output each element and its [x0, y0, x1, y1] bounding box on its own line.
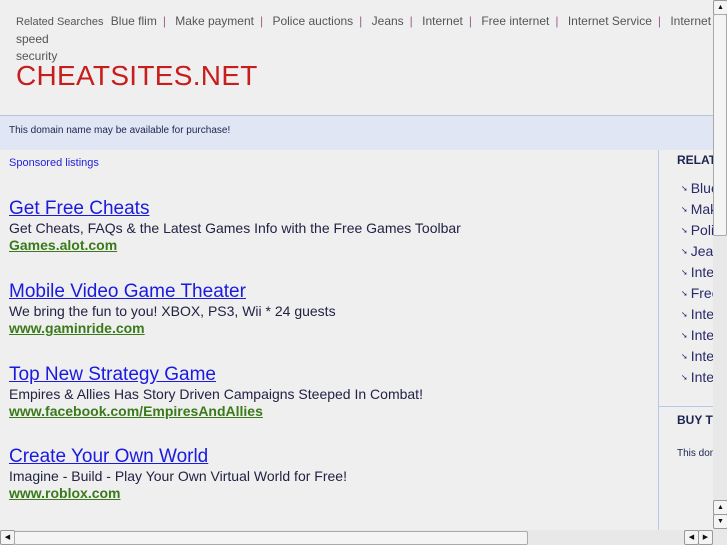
sidebar-link[interactable]: ➘Free internet: [681, 285, 713, 301]
ad-listing: Top New Strategy Game Empires & Allies H…: [9, 364, 423, 420]
related-link[interactable]: Make payment: [175, 14, 254, 28]
arrow-icon: ➘: [681, 226, 688, 235]
sidebar-divider: [659, 406, 713, 407]
sidebar-link[interactable]: ➘Jeans: [681, 243, 713, 259]
arrow-icon: ➘: [681, 205, 688, 214]
ad-description: Get Cheats, FAQs & the Latest Games Info…: [9, 220, 461, 236]
arrow-icon: ➘: [681, 352, 688, 361]
arrow-icon: ➘: [681, 268, 688, 277]
page-viewport: Related Searches Blue flim | Make payment…: [0, 0, 713, 530]
sidebar-buy-text: This domain: [677, 448, 713, 459]
ad-url[interactable]: www.facebook.com/EmpiresAndAllies: [9, 403, 423, 420]
related-searches-bar: Related Searches Blue flim | Make payment…: [16, 14, 712, 63]
related-link[interactable]: Blue flim: [111, 14, 157, 28]
related-link[interactable]: Internet Service: [568, 14, 652, 28]
related-link[interactable]: Free internet: [481, 14, 549, 28]
arrow-icon: ➘: [681, 247, 688, 256]
vertical-scroll-thumb[interactable]: [713, 14, 727, 236]
sidebar-link[interactable]: ➘Make payment: [681, 201, 713, 217]
sidebar-link[interactable]: ➘Internet: [681, 264, 713, 280]
scroll-left-icon[interactable]: ◀: [684, 530, 699, 545]
ad-listing: Get Free Cheats Get Cheats, FAQs & the L…: [9, 198, 461, 254]
scroll-up-icon[interactable]: ▲: [713, 0, 727, 15]
scroll-right-icon[interactable]: ▶: [698, 530, 713, 545]
domain-notice-bar: This domain name may be available for pu…: [0, 115, 713, 150]
arrow-icon: ➘: [681, 331, 688, 340]
ad-title[interactable]: Get Free Cheats: [9, 198, 461, 220]
arrow-icon: ➘: [681, 184, 688, 193]
vertical-scrollbar[interactable]: ▲ ▲ ▼: [713, 0, 727, 530]
related-link[interactable]: Internet: [422, 14, 463, 28]
arrow-icon: ➘: [681, 310, 688, 319]
ad-title[interactable]: Top New Strategy Game: [9, 364, 423, 386]
related-link[interactable]: Jeans: [372, 14, 404, 28]
related-searches-label: Related Searches: [16, 16, 104, 28]
sidebar-link[interactable]: ➘Police auctions: [681, 222, 713, 238]
ad-title[interactable]: Mobile Video Game Theater: [9, 281, 336, 303]
ad-title[interactable]: Create Your Own World: [9, 446, 347, 468]
scroll-down-icon[interactable]: ▼: [713, 514, 727, 529]
horizontal-scrollbar[interactable]: ◀ ◀ ▶: [0, 530, 727, 545]
sidebar-link[interactable]: ➘Blue flim: [681, 180, 713, 196]
sponsored-label: Sponsored listings: [9, 157, 99, 169]
scroll-up-icon[interactable]: ▲: [713, 500, 727, 515]
ad-description: Imagine - Build - Play Your Own Virtual …: [9, 468, 347, 484]
horizontal-scroll-thumb[interactable]: [14, 531, 528, 545]
domain-notice[interactable]: This domain name may be available for pu…: [9, 125, 230, 136]
sidebar-link[interactable]: ➘ Inte: [681, 348, 713, 364]
ad-url[interactable]: Games.alot.com: [9, 237, 461, 254]
ad-url[interactable]: www.gaminride.com: [9, 320, 336, 337]
sidebar-link[interactable]: ➘Internet speed: [681, 327, 713, 343]
sidebar-buy-heading: BUY THIS: [677, 413, 713, 427]
ad-url[interactable]: www.roblox.com: [9, 485, 347, 502]
ad-listing: Mobile Video Game Theater We bring the f…: [9, 281, 336, 337]
ad-listing: Create Your Own World Imagine - Build - …: [9, 446, 347, 502]
sidebar: RELATED ➘Blue flim ➘Make payment ➘Police…: [658, 150, 713, 530]
arrow-icon: ➘: [681, 373, 688, 382]
sidebar-related-heading: RELATED: [677, 153, 713, 167]
sidebar-link[interactable]: ➘Internet security: [681, 369, 713, 385]
sidebar-link[interactable]: ➘Internet Service: [681, 306, 713, 322]
ad-description: Empires & Allies Has Story Driven Campai…: [9, 386, 423, 402]
site-title: CHEATSITES.NET: [16, 60, 258, 91]
related-link[interactable]: Police auctions: [272, 14, 353, 28]
scroll-left-icon[interactable]: ◀: [0, 530, 15, 545]
ad-description: We bring the fun to you! XBOX, PS3, Wii …: [9, 303, 336, 319]
arrow-icon: ➘: [681, 289, 688, 298]
